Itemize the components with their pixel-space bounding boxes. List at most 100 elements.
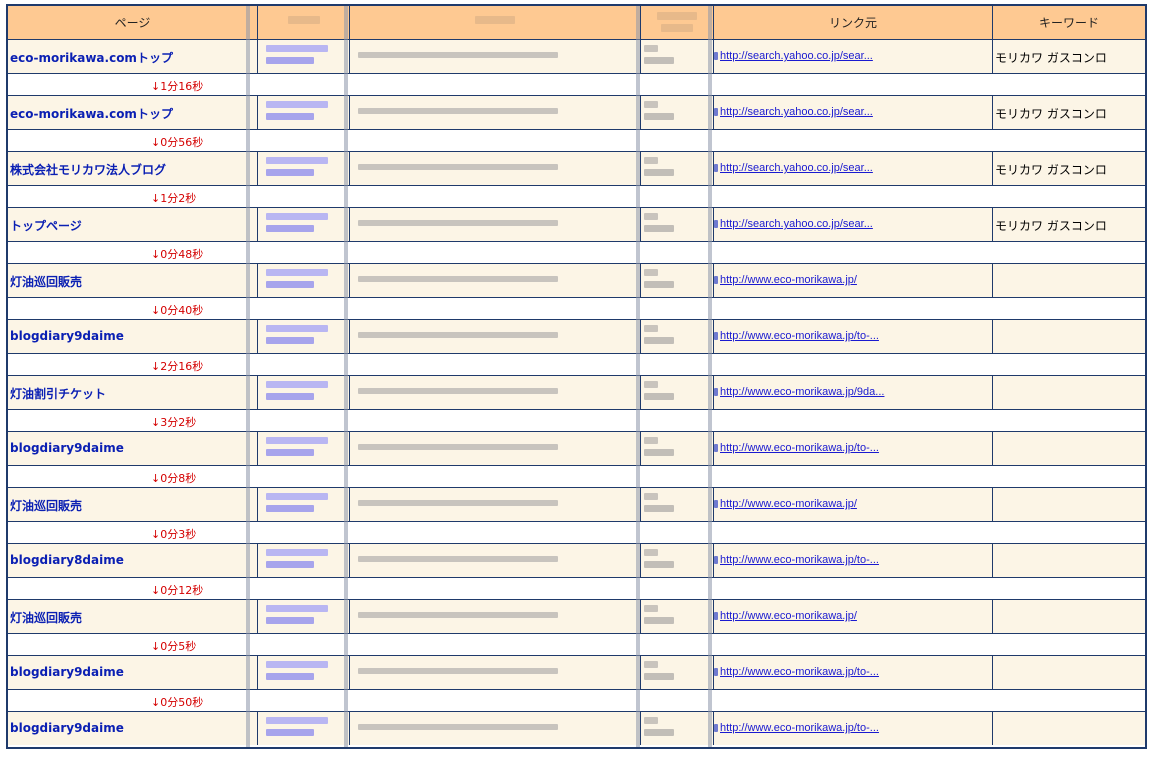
favicon-icon [714,668,718,676]
redacted-text [644,661,658,668]
host-cell-redacted [349,263,640,297]
page-link[interactable]: blogdiary9daime [10,665,124,679]
redacted-text [266,113,314,120]
header-host-redacted [349,6,640,39]
ip-cell-redacted [257,543,349,577]
keyword-cell [992,543,1145,577]
host-cell-redacted [349,207,640,241]
host-cell-redacted [349,655,640,689]
referrer-link[interactable]: http://www.eco-morikawa.jp/ [720,610,857,622]
page-cell: 灯油巡回販売 [8,599,257,633]
browser-cell-redacted [640,207,713,241]
table-row: 灯油割引チケット http://www.eco-morikawa.jp/9da..… [8,375,1145,409]
referrer-link[interactable]: http://www.eco-morikawa.jp/to-... [720,554,879,566]
referrer-link[interactable]: http://search.yahoo.co.jp/sear... [720,106,873,118]
redacted-header [661,24,693,32]
elapsed-row: ↓0分3秒 [8,522,1145,543]
referrer-link[interactable]: http://www.eco-morikawa.jp/to-... [720,666,879,678]
redacted-text [644,57,674,64]
referrer-link[interactable]: http://search.yahoo.co.jp/sear... [720,218,873,230]
page-link[interactable]: eco-morikawa.comトップ [10,49,173,66]
redacted-header [288,16,320,24]
redacted-text [358,220,558,226]
page-link[interactable]: 灯油巡回販売 [10,497,82,514]
host-cell-redacted [349,599,640,633]
page-link[interactable]: 灯油割引チケット [10,385,106,402]
ip-cell-redacted [257,39,349,73]
redacted-text [266,617,314,624]
page-link[interactable]: 株式会社モリカワ法人ブログ [10,161,166,178]
redacted-text [266,101,328,108]
table-row: blogdiary9daime http://www.eco-morikawa.j… [8,431,1145,465]
browser-cell-redacted [640,431,713,465]
redacted-text [266,729,314,736]
page-link[interactable]: eco-morikawa.comトップ [10,105,173,122]
redacted-header [475,16,515,24]
page-cell: 灯油割引チケット [8,375,257,409]
favicon-icon [714,444,718,452]
redacted-text [644,561,674,568]
redacted-text [358,724,558,730]
page-cell: eco-morikawa.comトップ [8,95,257,129]
page-link[interactable]: blogdiary8daime [10,553,124,567]
redaction-band [344,6,348,747]
page-link[interactable]: blogdiary9daime [10,721,124,735]
host-cell-redacted [349,319,640,353]
referrer-cell: http://www.eco-morikawa.jp/to-... [713,711,992,745]
page-cell: blogdiary9daime [8,431,257,465]
elapsed-row: ↓3分2秒 [8,410,1145,431]
keyword-text: モリカワ ガスコンロ [995,107,1107,121]
elapsed-time: ↓1分16秒 [151,80,204,93]
redacted-text [644,325,658,332]
table-row: 株式会社モリカワ法人ブログ http://search.yahoo.co.jp/s… [8,151,1145,185]
redacted-text [644,113,674,120]
page-link[interactable]: blogdiary9daime [10,441,124,455]
ip-cell-redacted [257,207,349,241]
page-cell: 灯油巡回販売 [8,487,257,521]
referrer-cell: http://www.eco-morikawa.jp/ [713,263,992,297]
favicon-icon [714,612,718,620]
redacted-text [266,717,328,724]
host-cell-redacted [349,375,640,409]
elapsed-time: ↓3分2秒 [151,416,197,429]
redacted-text [358,388,558,394]
redacted-text [644,157,658,164]
favicon-icon [714,556,718,564]
browser-cell-redacted [640,151,713,185]
page-link[interactable]: blogdiary9daime [10,329,124,343]
elapsed-row: ↓0分56秒 [8,130,1145,151]
referrer-link[interactable]: http://search.yahoo.co.jp/sear... [720,50,873,62]
page-link[interactable]: トップページ [10,217,82,234]
ip-cell-redacted [257,655,349,689]
table-row: blogdiary9daime http://www.eco-morikawa.j… [8,655,1145,689]
redacted-text [358,444,558,450]
page-link[interactable]: 灯油巡回販売 [10,273,82,290]
table-row: 灯油巡回販売 http://www.eco-morikawa.jp/ [8,263,1145,297]
redacted-text [644,549,658,556]
keyword-cell [992,711,1145,745]
elapsed-time: ↓0分56秒 [151,136,204,149]
referrer-link[interactable]: http://www.eco-morikawa.jp/to-... [720,722,879,734]
redacted-text [644,717,658,724]
redacted-text [644,437,658,444]
keyword-cell: モリカワ ガスコンロ [992,151,1145,185]
favicon-icon [714,220,718,228]
referrer-link[interactable]: http://www.eco-morikawa.jp/to-... [720,330,879,342]
referrer-link[interactable]: http://www.eco-morikawa.jp/to-... [720,442,879,454]
referrer-link[interactable]: http://www.eco-morikawa.jp/ [720,274,857,286]
header-ip-redacted [257,6,349,39]
keyword-cell: モリカワ ガスコンロ [992,95,1145,129]
referrer-cell: http://search.yahoo.co.jp/sear... [713,95,992,129]
row-divider [8,263,1145,264]
referrer-link[interactable]: http://search.yahoo.co.jp/sear... [720,162,873,174]
page-cell: blogdiary9daime [8,655,257,689]
page-link[interactable]: 灯油巡回販売 [10,609,82,626]
row-divider [8,599,1145,600]
redacted-text [266,493,328,500]
browser-cell-redacted [640,487,713,521]
keyword-cell [992,431,1145,465]
referrer-link[interactable]: http://www.eco-morikawa.jp/ [720,498,857,510]
elapsed-time: ↓0分50秒 [151,696,204,709]
referrer-link[interactable]: http://www.eco-morikawa.jp/9da... [720,386,884,398]
page-cell: eco-morikawa.comトップ [8,39,257,73]
